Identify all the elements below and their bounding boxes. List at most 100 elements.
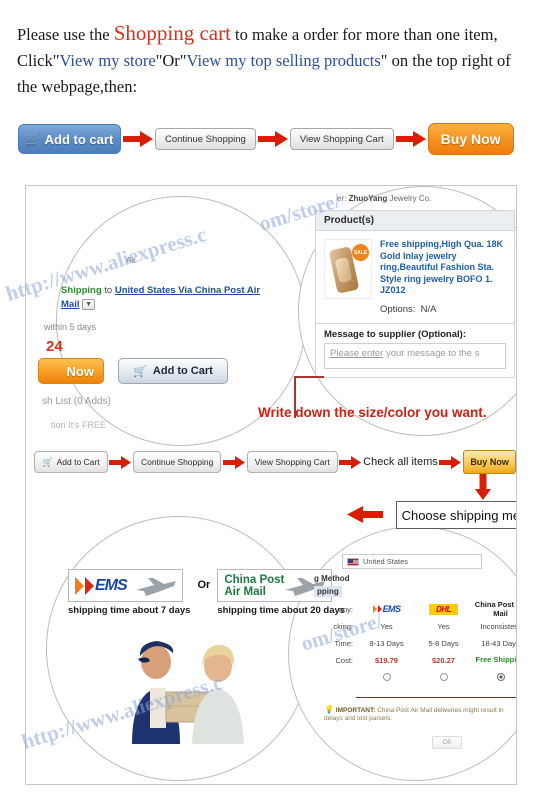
product-thumbnail: SALE <box>324 239 372 299</box>
product-title-link[interactable]: Free shipping,High Qua. 18K Gold Inlay j… <box>380 239 506 297</box>
shopping-cart-icon: 🛒 <box>42 456 53 467</box>
message-placeholder-rest: your message to the s <box>383 347 480 359</box>
intro-text-c: " on the top right of <box>380 51 511 70</box>
add-to-cart-button-mid[interactable]: 🛒 Add to Cart <box>34 451 108 473</box>
ok-button[interactable]: Ok <box>432 736 462 749</box>
view-shopping-cart-mid-label: View Shopping Cart <box>254 457 330 467</box>
dispatch-time: within 5 days <box>44 322 97 332</box>
important-label: IMPORTANT: <box>335 707 376 714</box>
ems-caption: shipping time about 7 days <box>68 605 191 616</box>
view-top-selling-link[interactable]: View my top selling products <box>187 51 381 70</box>
product-options: Options: N/A <box>380 304 506 315</box>
sale-badge: SALE <box>352 244 369 261</box>
wish-list-row[interactable]: sh List (0 Adds) <box>42 396 111 407</box>
intro-or-text: "Or" <box>155 51 187 70</box>
shipping-method-title: g Method <box>314 574 350 583</box>
supplier-line: er: ZhuoYang Jewelry Co. <box>337 194 431 203</box>
row-label-cost: Cost: <box>335 656 353 665</box>
middle-flow-row: 🛒 Add to Cart Continue Shopping View Sho… <box>34 448 516 476</box>
ems-logo: EMS <box>68 569 183 602</box>
choose-shipping-method-box: Choose shipping method <box>396 501 516 529</box>
country-select[interactable]: United States <box>342 554 482 569</box>
ems-option: EMS shipping time about 7 days <box>68 569 190 616</box>
intro-line-1: Please use the Shopping cart to make a o… <box>17 20 532 48</box>
arrow-right-icon-6 <box>338 455 363 469</box>
options-label: Options: <box>380 303 416 315</box>
buy-now-mid-label: Buy Now <box>470 457 509 467</box>
add-to-cart-label: Add to cart <box>44 131 114 147</box>
arrow-right-icon-5 <box>221 455 246 469</box>
top-flow-row: 🛒 Add to cart Continue Shopping View Sho… <box>18 120 530 158</box>
or-separator: Or <box>197 579 211 591</box>
view-shopping-cart-label: View Shopping Cart <box>299 133 384 145</box>
airplane-icon <box>136 578 176 596</box>
row-label-tracking: cking: <box>333 622 353 631</box>
buy-now-panel-label: Now <box>66 363 94 379</box>
product-action-buttons: Now 🛒 Add to Cart <box>38 358 228 384</box>
products-header: Product(s) <box>316 211 514 231</box>
intro-line-3: the webpage,then: <box>17 77 138 96</box>
intro-text-a: Please use the <box>17 25 114 44</box>
wish-list-count: (0 Adds) <box>73 396 111 407</box>
shipping-label: Shipping <box>61 285 102 296</box>
row-label-time: Time: <box>334 639 353 648</box>
table-highlight-bracket <box>356 598 516 698</box>
tutorial-infographic: Please use the Shopping cart to make a o… <box>0 0 542 800</box>
supplier-prefix: er: <box>337 194 347 203</box>
china-post-logo-text: China Post Air Mail <box>224 574 284 598</box>
arrow-left-icon <box>347 506 383 528</box>
add-to-cart-mid-label: Add to Cart <box>56 457 100 467</box>
shopping-cart-icon: 🛒 <box>133 365 147 378</box>
shopping-cart-highlight: Shopping cart <box>113 21 231 45</box>
view-shopping-cart-button[interactable]: View Shopping Cart <box>289 128 394 150</box>
shipping-destination-row: Shipping to United States Via China Post… <box>61 284 276 312</box>
intro-click-text: Click" <box>17 51 60 70</box>
row-label-company: any: <box>338 604 353 614</box>
buyer-protection-row: tion It's FREE <box>51 420 106 431</box>
continue-shopping-button-mid[interactable]: Continue Shopping <box>133 451 222 473</box>
china-post-line-1: China Post <box>224 573 285 586</box>
intro-instructions: Please use the Shopping cart to make a o… <box>17 20 532 100</box>
buyer-protection-label: tion <box>51 420 66 430</box>
arrow-right-icon-3 <box>394 131 428 147</box>
add-to-cart-button-panel[interactable]: 🛒 Add to Cart <box>118 358 228 384</box>
lightbulb-icon: 💡 <box>324 705 334 714</box>
ems-logo-text: EMS <box>95 576 128 594</box>
buy-now-button-mid[interactable]: Buy Now <box>463 450 516 474</box>
write-down-annotation: Write down the size/color you want. <box>258 405 487 420</box>
us-flag-icon <box>347 557 359 566</box>
supplier-company: Jewelry Co. <box>389 194 432 203</box>
intro-text-b: to make a order for more than one item, <box>230 25 498 44</box>
important-notice: 💡 IMPORTANT: China Post Air Mail deliver… <box>324 706 509 723</box>
ok-button-label: Ok <box>442 739 452 746</box>
buy-now-label: Buy Now <box>440 131 501 147</box>
continue-shopping-label: Continue Shopping <box>165 133 246 145</box>
carrier-options: EMS shipping time about 7 days Or China … <box>68 569 345 616</box>
delivery-courier-photo <box>94 626 274 746</box>
buy-now-button-panel[interactable]: Now <box>38 358 104 384</box>
arrow-right-icon-4 <box>108 455 133 469</box>
intro-line-2: Click"View my store"Or"View my top selli… <box>17 48 532 74</box>
buy-now-button[interactable]: Buy Now <box>427 123 514 155</box>
buyer-protection-free: It's FREE <box>68 420 107 430</box>
continue-shopping-button[interactable]: Continue Shopping <box>155 128 256 150</box>
ems-logo-mark: EMS <box>75 576 128 595</box>
arrow-right-icon-7 <box>438 455 463 469</box>
wish-list-label: sh List <box>42 396 71 407</box>
product-row: SALE Free shipping,High Qua. 18K Gold In… <box>316 231 514 323</box>
products-box: Product(s) SALE Free shipping,High Qua. … <box>315 210 515 378</box>
shipping-row-highlight: pping <box>314 586 342 597</box>
illustration-frame: Air Shipping to United States Via China … <box>25 185 517 785</box>
product-price: 24 <box>46 338 63 355</box>
view-shopping-cart-button-mid[interactable]: View Shopping Cart <box>246 451 338 473</box>
options-value: N/A <box>420 303 437 315</box>
air-text: Air <box>126 256 136 265</box>
view-my-store-link[interactable]: View my store <box>59 51 155 70</box>
message-to-supplier-input[interactable]: Please enter your message to the s <box>324 342 506 369</box>
arrow-right-icon-1 <box>121 131 155 147</box>
shopping-cart-icon: 🛒 <box>25 132 41 146</box>
arrow-right-icon-2 <box>256 131 290 147</box>
message-to-supplier-label: Message to supplier (Optional): <box>316 322 514 343</box>
add-to-cart-button[interactable]: 🛒 Add to cart <box>18 124 121 154</box>
chevron-down-icon[interactable]: ▼ <box>82 298 96 310</box>
